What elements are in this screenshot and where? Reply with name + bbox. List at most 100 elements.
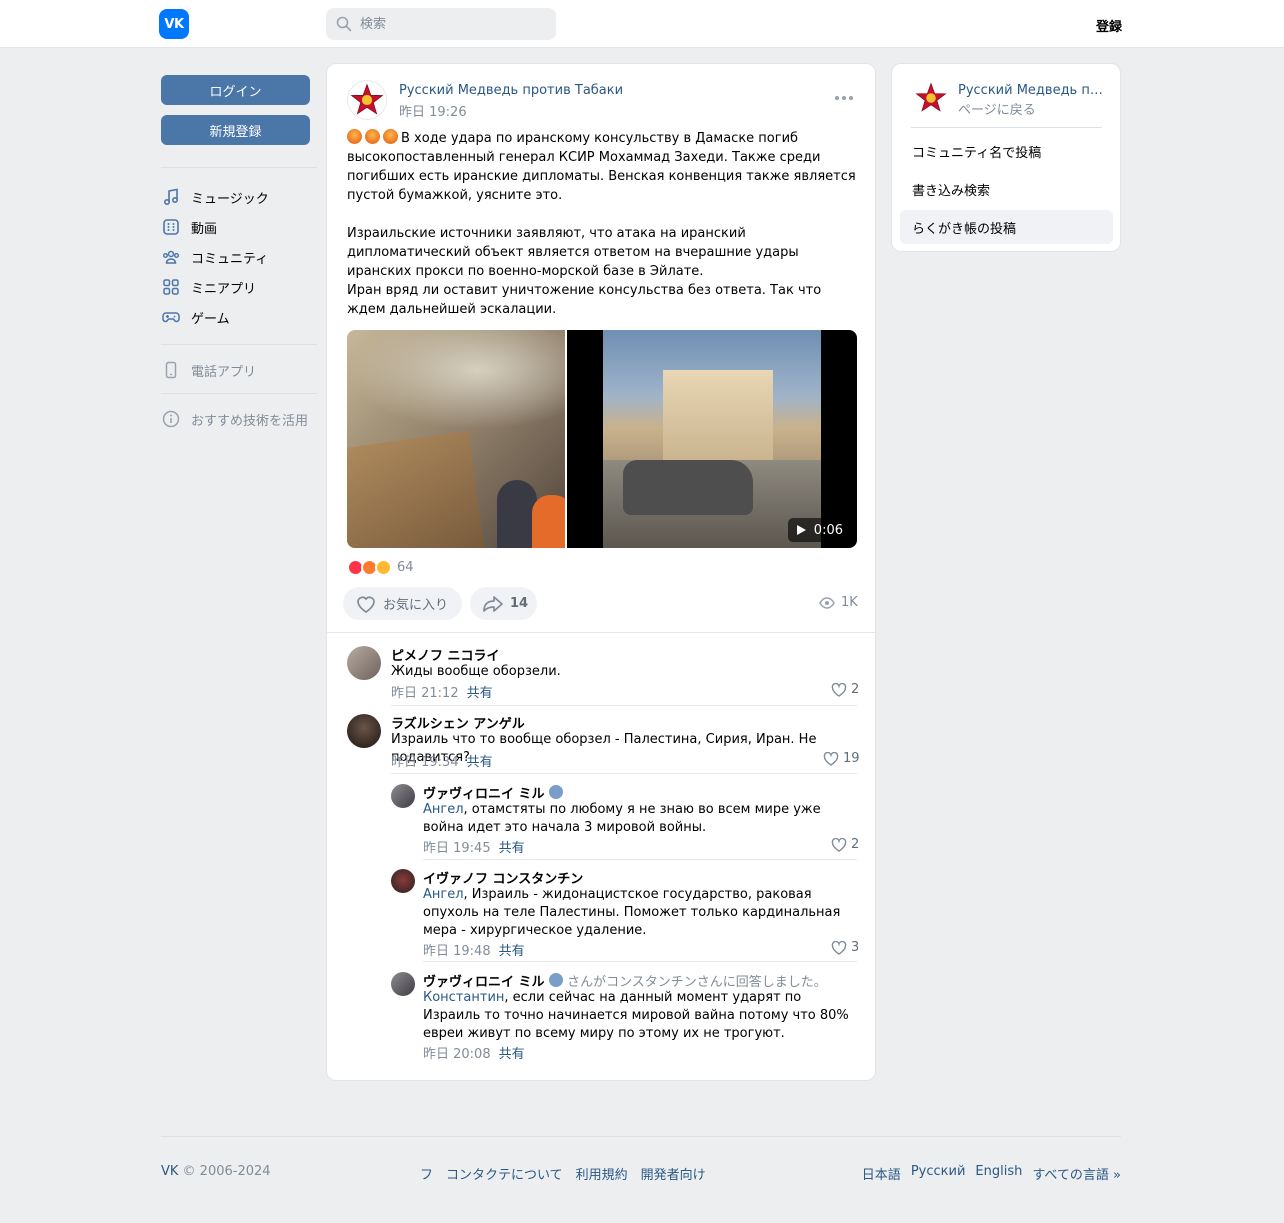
comment-time[interactable]: 昨日 21:12 <box>391 686 459 701</box>
comment-author[interactable]: ピメノフ ニコライ <box>391 645 500 664</box>
search-box[interactable] <box>326 8 556 40</box>
video-icon <box>161 217 181 237</box>
video-duration: 0:06 <box>813 522 843 538</box>
sidebar-item-label: コミュニティ <box>191 251 269 267</box>
search-input[interactable] <box>360 8 550 40</box>
reply-time[interactable]: 昨日 19:45 <box>423 841 491 856</box>
replier-avatar[interactable] <box>391 784 415 808</box>
reply-meta: 昨日 19:45 共有 <box>423 837 525 856</box>
sidebar-item-community[interactable]: コミュニティ <box>161 246 317 268</box>
post-photo[interactable] <box>347 330 565 548</box>
reply-time[interactable]: 昨日 19:48 <box>423 944 491 959</box>
wall-post: Русский Медведь против Табаки 昨日 19:26 В… <box>326 63 876 1081</box>
side-item-community-posts[interactable]: コミュニティ名で投稿 <box>900 134 1113 168</box>
reply-author-name[interactable]: ヴァヴィロニイ ミル <box>423 787 545 802</box>
lang-russian[interactable]: Русский <box>911 1164 966 1183</box>
post-author-link[interactable]: Русский Медведь против Табаки <box>399 83 623 98</box>
mention-link[interactable]: Ангел <box>423 887 464 902</box>
reply-divider <box>423 961 857 962</box>
replier-avatar[interactable] <box>391 972 415 996</box>
sidebar-item-video[interactable]: 動画 <box>161 216 317 238</box>
sidebar-item-mini-apps[interactable]: ミニアプリ <box>161 276 317 298</box>
top-header: VK 登録 <box>0 0 1284 48</box>
info-icon <box>161 409 181 429</box>
comment-text: Жиды вообще оборзели. <box>391 664 561 679</box>
reply-author[interactable]: ヴァヴィロニイ ミル さんがコンスタンチンさんに回答しました。 <box>423 971 827 990</box>
register-link[interactable]: 登録 <box>1096 16 1122 35</box>
post-video[interactable]: 0:06 <box>567 330 857 548</box>
back-to-page-link[interactable]: ページに戻る <box>958 99 1036 118</box>
post-time[interactable]: 昨日 19:26 <box>399 101 467 120</box>
comment-like-button[interactable]: 2 <box>831 682 859 697</box>
wow-reaction-icon <box>375 559 392 576</box>
comment-author[interactable]: ラズルシェン アンゲル <box>391 713 525 732</box>
share-button[interactable]: 14 <box>470 587 537 620</box>
lang-all[interactable]: すべての言語 » <box>1032 1164 1121 1183</box>
community-avatar[interactable] <box>913 80 949 116</box>
sidebar-item-games[interactable]: ゲーム <box>161 306 317 328</box>
comment-divider <box>391 773 857 774</box>
reply-author[interactable]: ヴァヴィロニイ ミル <box>423 783 563 802</box>
esteemed-badge-icon <box>548 785 563 799</box>
footer-link-developers[interactable]: 開発者向け <box>641 1164 706 1183</box>
lang-english[interactable]: English <box>975 1164 1022 1183</box>
mention-link[interactable]: Константин <box>423 990 504 1005</box>
commenter-avatar[interactable] <box>347 714 381 748</box>
heart-icon <box>831 940 847 955</box>
comment-share-link[interactable]: 共有 <box>467 686 493 701</box>
reply-share-link[interactable]: 共有 <box>499 944 525 959</box>
views-counter: 1K <box>819 595 858 610</box>
reply-like-count: 3 <box>851 940 860 955</box>
heart-icon <box>831 682 847 697</box>
footer-brand-link[interactable]: VK <box>161 1164 178 1179</box>
reply-author[interactable]: イヴァノフ コンスタンチン <box>423 868 583 887</box>
sidebar-item-phone-app[interactable]: 電話アプリ <box>161 359 317 381</box>
comment-meta: 昨日 21:12 共有 <box>391 682 493 701</box>
sidebar-item-label: ミニアプリ <box>191 281 257 297</box>
comment-divider <box>391 705 857 706</box>
footer-link-terms[interactable]: 利用規約 <box>576 1164 628 1183</box>
side-divider <box>911 127 1102 128</box>
side-item-wall-post[interactable]: らくがき帳の投稿 <box>900 210 1113 244</box>
reply-meta: 昨日 20:08 共有 <box>423 1043 525 1062</box>
footer-link-about[interactable]: コンタクテについて <box>446 1164 563 1183</box>
red-star-icon <box>350 83 384 115</box>
reactions-summary[interactable]: 64 <box>347 559 414 576</box>
comment-like-button[interactable]: 19 <box>823 751 860 766</box>
sidebar-item-tech[interactable]: おすすめ技術を活用 <box>161 408 317 430</box>
comment-time[interactable]: 昨日 19:34 <box>391 755 459 770</box>
reply-share-link[interactable]: 共有 <box>499 841 525 856</box>
login-button[interactable]: ログイン <box>161 75 310 105</box>
reply-like-button[interactable]: 2 <box>831 837 859 852</box>
sidebar-item-label: ゲーム <box>191 311 230 327</box>
reply-share-link[interactable]: 共有 <box>499 1047 525 1062</box>
replier-avatar[interactable] <box>391 869 415 893</box>
signup-button[interactable]: 新規登録 <box>161 115 310 145</box>
reply-body: , отамстяты по любому я не знаю во всем … <box>423 802 821 835</box>
reply-time[interactable]: 昨日 20:08 <box>423 1047 491 1062</box>
commenter-avatar[interactable] <box>347 646 381 680</box>
community-side-panel: Русский Медведь про... ページに戻る コミュニティ名で投稿… <box>891 63 1121 252</box>
footer-link[interactable]: フ <box>420 1164 433 1183</box>
side-item-search-posts[interactable]: 書き込み検索 <box>900 172 1113 206</box>
reply-author-name[interactable]: ヴァヴィロニイ ミル <box>423 975 545 990</box>
mention-link[interactable]: Ангел <box>423 802 464 817</box>
post-divider <box>327 632 875 633</box>
more-options-icon[interactable] <box>835 91 855 105</box>
sidebar-item-music[interactable]: ミュージック <box>161 186 317 208</box>
comment-share-link[interactable]: 共有 <box>467 755 493 770</box>
lang-japanese[interactable]: 日本語 <box>862 1164 901 1183</box>
reply-meta: 昨日 19:48 共有 <box>423 940 525 959</box>
community-name-link[interactable]: Русский Медведь про... <box>958 83 1108 98</box>
views-count: 1K <box>841 595 858 610</box>
vk-logo[interactable]: VK <box>159 9 189 39</box>
like-button[interactable]: お気に入り <box>343 587 462 620</box>
like-label: お気に入り <box>383 598 449 613</box>
games-icon <box>161 307 181 327</box>
reply-like-button[interactable]: 3 <box>831 940 859 955</box>
community-icon <box>161 247 181 267</box>
sidebar-item-label: 電話アプリ <box>191 364 257 380</box>
community-avatar[interactable] <box>347 80 387 120</box>
reply-text: Ангел, Израиль - жидонацистское государс… <box>423 886 857 940</box>
share-icon <box>482 593 504 615</box>
